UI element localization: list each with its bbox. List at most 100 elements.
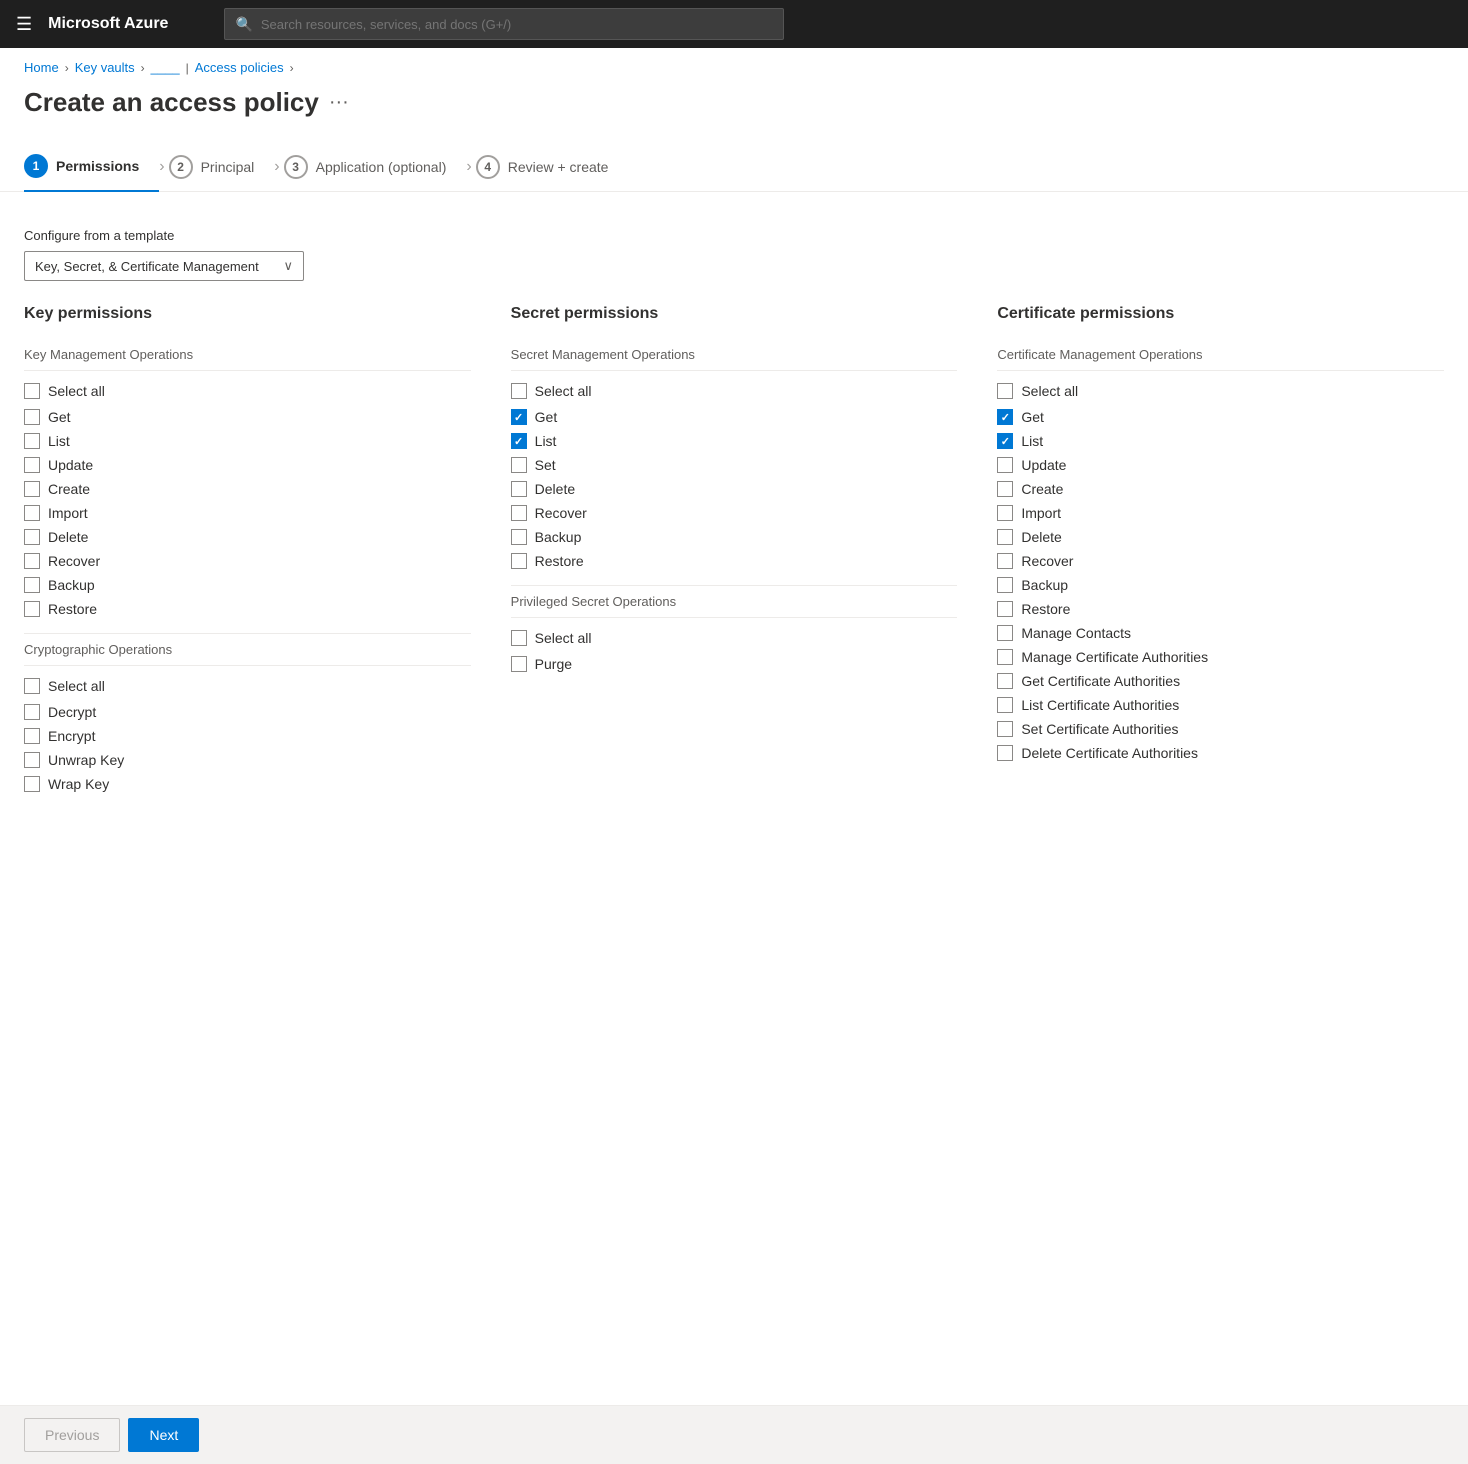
breadcrumb-vault-name[interactable]: ____ [151, 60, 180, 75]
key-unwrap-checkbox[interactable] [24, 752, 40, 768]
key-restore-label: Restore [48, 601, 97, 617]
secret-recover-item: Recover [511, 501, 958, 525]
certificate-permissions-col: Certificate permissions Certificate Mana… [997, 305, 1444, 796]
secret-recover-label: Recover [535, 505, 587, 521]
cert-delete-ca-checkbox[interactable] [997, 745, 1013, 761]
secret-purge-label: Purge [535, 656, 572, 672]
secret-select-all-checkbox[interactable] [511, 383, 527, 399]
hamburger-icon[interactable]: ☰ [16, 14, 32, 35]
step-circle-2: 2 [169, 155, 193, 179]
step-label-4: Review + create [508, 159, 609, 175]
previous-button[interactable]: Previous [24, 1418, 120, 1452]
key-crypto-divider [24, 665, 471, 666]
cert-get-checkbox[interactable] [997, 409, 1013, 425]
key-crypto-select-all-checkbox[interactable] [24, 678, 40, 694]
search-bar[interactable]: 🔍 [224, 8, 784, 40]
cert-select-all-checkbox[interactable] [997, 383, 1013, 399]
cert-manage-ca-item: Manage Certificate Authorities [997, 645, 1444, 669]
secret-priv-divider [511, 617, 958, 618]
key-encrypt-checkbox[interactable] [24, 728, 40, 744]
key-encrypt-item: Encrypt [24, 724, 471, 748]
key-recover-checkbox[interactable] [24, 553, 40, 569]
key-backup-checkbox[interactable] [24, 577, 40, 593]
cert-manage-contacts-item: Manage Contacts [997, 621, 1444, 645]
key-import-item: Import [24, 501, 471, 525]
key-select-all-checkbox[interactable] [24, 383, 40, 399]
cert-update-checkbox[interactable] [997, 457, 1013, 473]
app-title: Microsoft Azure [48, 15, 168, 33]
secret-priv-select-all-label: Select all [535, 630, 592, 646]
cert-backup-item: Backup [997, 573, 1444, 597]
secret-backup-item: Backup [511, 525, 958, 549]
cert-backup-checkbox[interactable] [997, 577, 1013, 593]
key-delete-label: Delete [48, 529, 88, 545]
cert-manage-ca-label: Manage Certificate Authorities [1021, 649, 1208, 665]
secret-list-checkbox[interactable] [511, 433, 527, 449]
step-circle-1: 1 [24, 154, 48, 178]
secret-purge-item: Purge [511, 652, 958, 676]
secret-select-all-label: Select all [535, 383, 592, 399]
cert-recover-item: Recover [997, 549, 1444, 573]
secret-priv-select-all-item: Select all [511, 626, 958, 650]
secret-restore-checkbox[interactable] [511, 553, 527, 569]
secret-list-item: List [511, 429, 958, 453]
key-crypto-ops-label: Cryptographic Operations [24, 642, 471, 657]
breadcrumb-access-policies[interactable]: Access policies [195, 60, 284, 75]
cert-restore-label: Restore [1021, 601, 1070, 617]
key-get-checkbox[interactable] [24, 409, 40, 425]
cert-list-ca-checkbox[interactable] [997, 697, 1013, 713]
cert-manage-ca-checkbox[interactable] [997, 649, 1013, 665]
key-create-checkbox[interactable] [24, 481, 40, 497]
key-import-checkbox[interactable] [24, 505, 40, 521]
key-list-checkbox[interactable] [24, 433, 40, 449]
breadcrumb-sep-1: › [65, 61, 69, 75]
key-crypto-select-all-item: Select all [24, 674, 471, 698]
key-restore-checkbox[interactable] [24, 601, 40, 617]
key-recover-label: Recover [48, 553, 100, 569]
wizard-step-2[interactable]: 2 Principal [169, 143, 275, 191]
wizard-step-3[interactable]: 3 Application (optional) [284, 143, 467, 191]
template-select[interactable]: Key, Secret, & Certificate Management ∨ [24, 251, 304, 281]
secret-set-label: Set [535, 457, 556, 473]
cert-create-checkbox[interactable] [997, 481, 1013, 497]
cert-list-item: List [997, 429, 1444, 453]
cert-import-label: Import [1021, 505, 1061, 521]
cert-list-ca-item: List Certificate Authorities [997, 693, 1444, 717]
search-input[interactable] [261, 17, 774, 32]
key-select-all-label: Select all [48, 383, 105, 399]
key-wrap-checkbox[interactable] [24, 776, 40, 792]
key-wrap-label: Wrap Key [48, 776, 109, 792]
secret-priv-select-all-checkbox[interactable] [511, 630, 527, 646]
cert-get-ca-label: Get Certificate Authorities [1021, 673, 1180, 689]
cert-set-ca-checkbox[interactable] [997, 721, 1013, 737]
secret-delete-checkbox[interactable] [511, 481, 527, 497]
page-menu-icon[interactable]: ··· [329, 91, 349, 114]
next-button[interactable]: Next [128, 1418, 199, 1452]
step-sep-1: › [159, 158, 168, 176]
certificate-permissions-header: Certificate permissions [997, 305, 1444, 331]
secret-backup-checkbox[interactable] [511, 529, 527, 545]
secret-recover-checkbox[interactable] [511, 505, 527, 521]
wizard-step-1[interactable]: 1 Permissions [24, 142, 159, 192]
key-decrypt-checkbox[interactable] [24, 704, 40, 720]
key-unwrap-label: Unwrap Key [48, 752, 124, 768]
key-delete-checkbox[interactable] [24, 529, 40, 545]
secret-get-checkbox[interactable] [511, 409, 527, 425]
cert-delete-checkbox[interactable] [997, 529, 1013, 545]
cert-restore-checkbox[interactable] [997, 601, 1013, 617]
key-update-checkbox[interactable] [24, 457, 40, 473]
wizard-step-4[interactable]: 4 Review + create [476, 143, 629, 191]
secret-restore-item: Restore [511, 549, 958, 573]
secret-purge-checkbox[interactable] [511, 656, 527, 672]
breadcrumb-home[interactable]: Home [24, 60, 59, 75]
cert-recover-checkbox[interactable] [997, 553, 1013, 569]
secret-delete-item: Delete [511, 477, 958, 501]
breadcrumb-keyvaults[interactable]: Key vaults [75, 60, 135, 75]
cert-get-ca-checkbox[interactable] [997, 673, 1013, 689]
cert-manage-contacts-checkbox[interactable] [997, 625, 1013, 641]
cert-create-item: Create [997, 477, 1444, 501]
secret-set-checkbox[interactable] [511, 457, 527, 473]
cert-list-checkbox[interactable] [997, 433, 1013, 449]
cert-import-checkbox[interactable] [997, 505, 1013, 521]
key-import-label: Import [48, 505, 88, 521]
